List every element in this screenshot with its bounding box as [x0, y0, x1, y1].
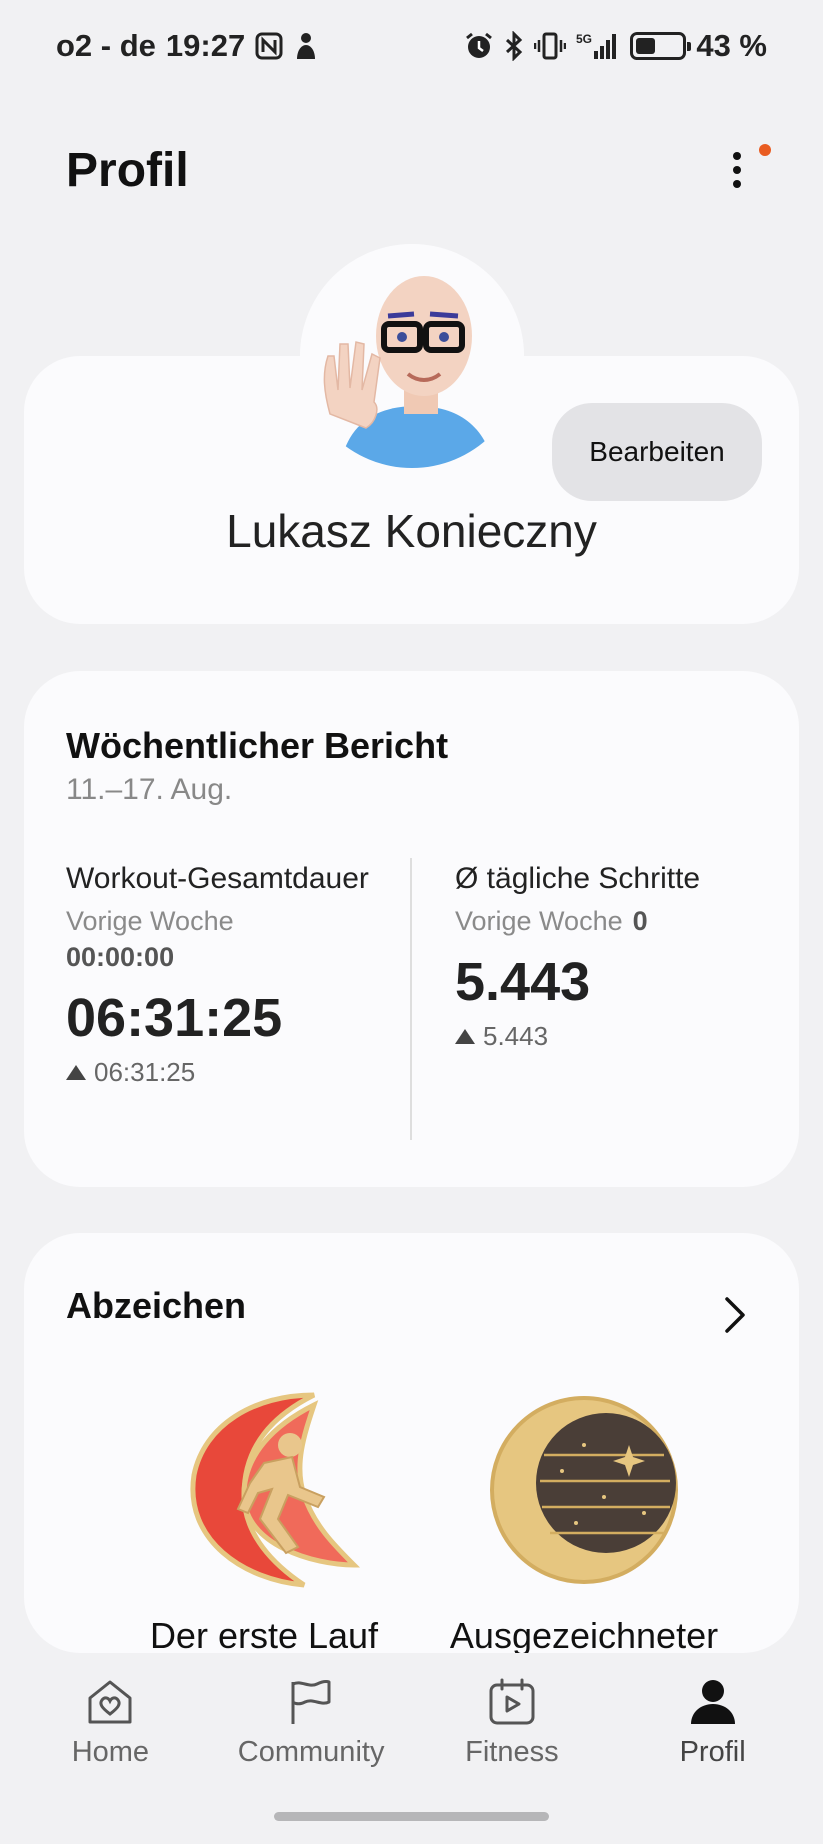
nav-community-label: Community [237, 1736, 385, 1768]
nav-profile-label: Profil [679, 1736, 746, 1768]
notification-dot [759, 144, 771, 156]
notification-figure-icon [293, 31, 319, 61]
badges-card: Abzeichen Der erste Lauf Ausgezeichneter [24, 1233, 799, 1653]
workout-duration-metric: Workout-Gesamtdauer Vorige Woche 00:00:0… [66, 861, 376, 1088]
nfc-icon [255, 32, 283, 60]
carrier-label: o2 - de [56, 28, 156, 63]
nav-community[interactable]: Community [216, 1660, 406, 1780]
daily-steps-label: Ø tägliche Schritte [455, 862, 701, 895]
steps-prev-week: Vorige Woche 0 [455, 897, 775, 939]
avatar[interactable] [300, 244, 524, 468]
nav-home[interactable]: Home [15, 1660, 205, 1780]
flag-icon [291, 1680, 331, 1724]
increase-triangle-icon [66, 1065, 86, 1080]
nav-profile[interactable]: Profil [618, 1660, 808, 1780]
weekly-report-card[interactable]: Wöchentlicher Bericht 11.–17. Aug. Worko… [24, 671, 799, 1187]
badges-title: Abzeichen [66, 1285, 247, 1326]
vibrate-icon [534, 31, 567, 61]
status-bar: o2 - de 19:27 5G 43 % [0, 0, 823, 92]
workout-delta: 06:31:25 [66, 1057, 376, 1088]
workout-duration-value: 06:31:25 [66, 988, 283, 1048]
badges-more-button[interactable] [715, 1293, 755, 1337]
moon-badge-icon [484, 1385, 684, 1595]
steps-delta: 5.443 [455, 1021, 775, 1052]
nav-fitness[interactable]: Fitness [417, 1660, 607, 1780]
chevron-right-icon [725, 1297, 745, 1333]
status-bar-right: 5G 43 % [464, 28, 767, 64]
badge-item[interactable]: Ausgezeichneter [434, 1385, 734, 1653]
badge-name: Ausgezeichneter [449, 1615, 719, 1653]
more-options-button[interactable] [717, 140, 771, 200]
header: Profil [0, 130, 823, 210]
steps-prev-week-value: 0 [632, 906, 648, 936]
calendar-play-icon [489, 1678, 535, 1725]
alarm-icon [464, 31, 494, 61]
workout-duration-label: Workout-Gesamtdauer [66, 862, 369, 895]
badge-item[interactable]: Der erste Lauf [114, 1385, 414, 1653]
workout-delta-value: 06:31:25 [94, 1057, 196, 1087]
divider [410, 858, 412, 1140]
battery-percent: 43 % [696, 28, 767, 63]
badge-name: Der erste Lauf [149, 1615, 379, 1653]
person-icon [690, 1680, 735, 1724]
home-heart-icon [88, 1680, 132, 1724]
svg-text:5G: 5G [576, 32, 592, 46]
daily-steps-metric: Ø tägliche Schritte Vorige Woche 0 5.443… [455, 861, 775, 1052]
daily-steps-value: 5.443 [455, 952, 591, 1012]
nav-home-label: Home [71, 1736, 150, 1768]
workout-prev-week-value: 00:00:00 [66, 942, 175, 972]
status-bar-left: o2 - de 19:27 [56, 28, 319, 64]
report-title: Wöchentlicher Bericht [66, 725, 449, 766]
workout-prev-week-label: Vorige Woche [66, 906, 234, 936]
memoji-avatar-icon [300, 244, 524, 468]
clock: 19:27 [165, 28, 246, 63]
steps-prev-week-label: Vorige Woche [455, 906, 623, 936]
user-name: Lukasz Konieczny [226, 505, 597, 557]
steps-delta-value: 5.443 [483, 1021, 549, 1051]
signal-5g-icon: 5G [576, 31, 620, 61]
runner-badge-icon [164, 1385, 364, 1595]
edit-profile-button[interactable]: Bearbeiten [552, 403, 762, 501]
page-title: Profil [66, 143, 189, 197]
more-vertical-icon [733, 152, 741, 188]
bluetooth-icon [504, 31, 524, 61]
battery-icon [630, 32, 692, 60]
home-indicator[interactable] [274, 1812, 549, 1821]
increase-triangle-icon [455, 1029, 475, 1044]
report-dates: 11.–17. Aug. [66, 773, 233, 806]
nav-fitness-label: Fitness [465, 1736, 559, 1768]
bottom-nav: Home Community Fitness Profil [0, 1660, 823, 1780]
